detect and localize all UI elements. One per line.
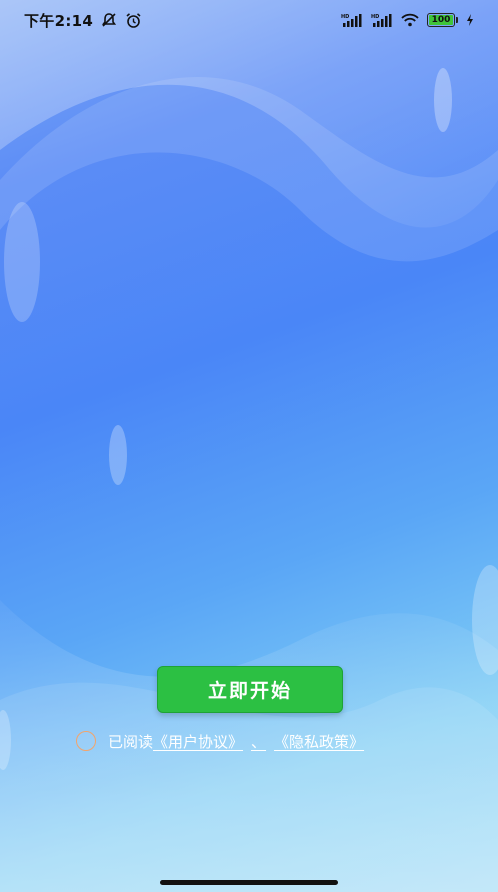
status-bar: 下午2:14 HD HD 100 (0, 0, 498, 40)
agreement-checkbox[interactable] (76, 731, 96, 751)
home-indicator[interactable] (160, 880, 338, 885)
start-now-button[interactable]: 立即开始 (157, 666, 343, 713)
battery-level: 100 (431, 15, 451, 25)
status-left: 下午2:14 (24, 10, 142, 31)
alarm-clock-icon (125, 12, 142, 29)
status-time: 下午2:14 (24, 11, 94, 30)
status-right: HD HD 100 (341, 13, 474, 27)
svg-text:HD: HD (371, 14, 379, 20)
mute-bell-icon (101, 12, 117, 28)
agreement-prefix: 已阅读 (108, 732, 154, 751)
battery-icon: 100 (427, 13, 458, 27)
agreement-row: 已阅读 《用户协议》 、 《隐私政策》 (76, 730, 364, 752)
charging-bolt-icon (466, 14, 474, 26)
privacy-policy-link[interactable]: 《隐私政策》 (274, 731, 364, 752)
hd-signal-icon: HD (341, 13, 363, 27)
user-agreement-link[interactable]: 《用户协议》 (153, 731, 243, 752)
agreement-separator: 、 (251, 732, 267, 751)
background-waves (0, 0, 498, 892)
hd-signal-icon: HD (371, 13, 393, 27)
svg-text:HD: HD (341, 14, 349, 20)
wifi-icon (401, 13, 419, 27)
